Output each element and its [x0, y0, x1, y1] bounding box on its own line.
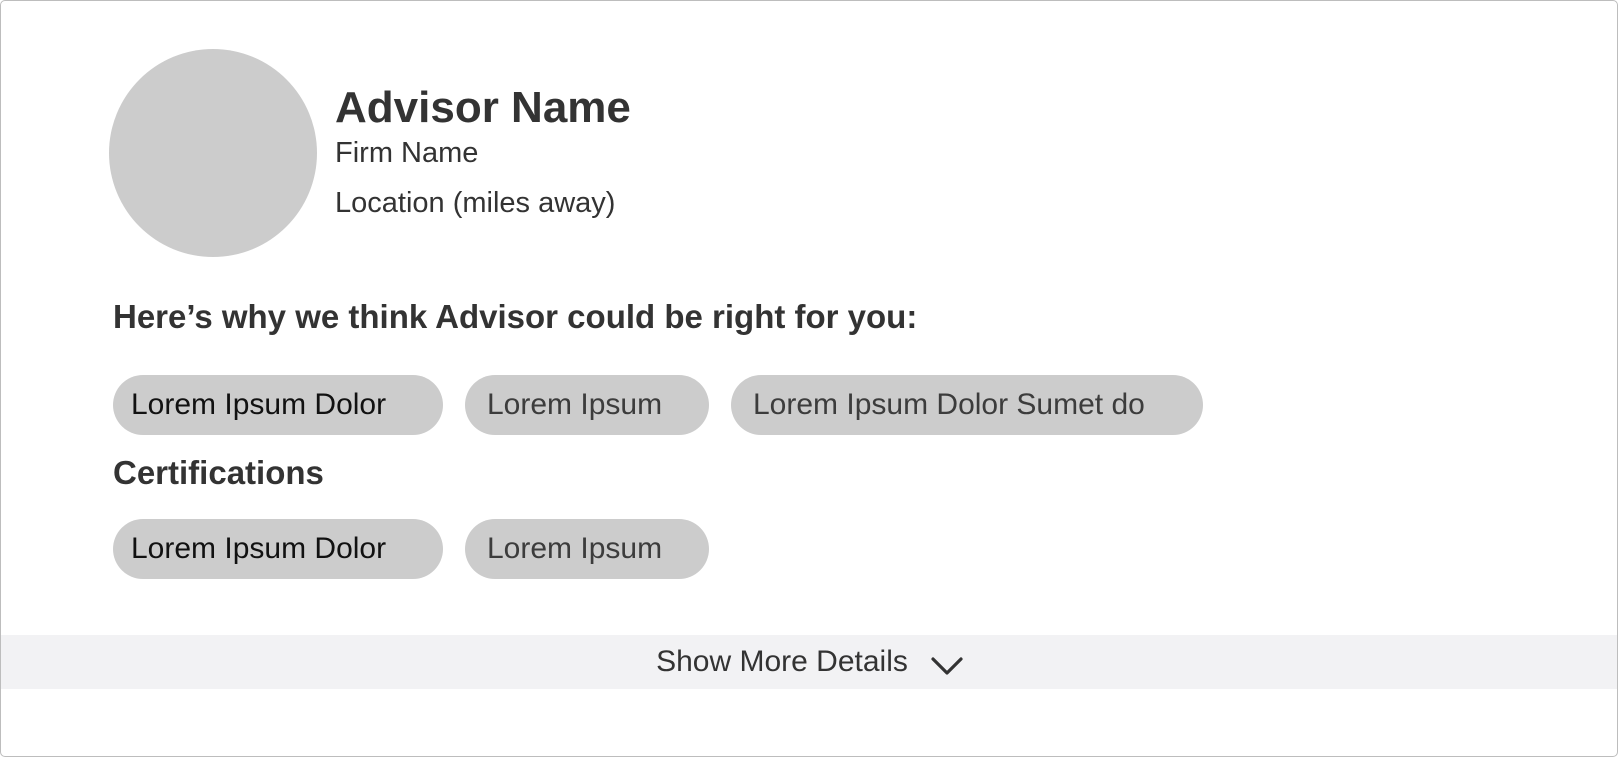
- show-more-details-button[interactable]: Show More Details: [1, 635, 1617, 689]
- why-chip[interactable]: Lorem Ipsum: [465, 375, 709, 435]
- certification-chip[interactable]: Lorem Ipsum: [465, 519, 709, 579]
- advisor-name[interactable]: Advisor Name: [335, 81, 631, 135]
- advisor-location: Location (miles away): [335, 187, 616, 219]
- show-more-details-label: Show More Details: [656, 645, 908, 678]
- certification-chip-list: Lorem Ipsum Dolor Lorem Ipsum: [113, 519, 709, 579]
- certification-chip[interactable]: Lorem Ipsum Dolor: [113, 519, 443, 579]
- why-chip[interactable]: Lorem Ipsum Dolor: [113, 375, 443, 435]
- chevron-down-icon: [930, 655, 964, 677]
- why-chip[interactable]: Lorem Ipsum Dolor Sumet do: [731, 375, 1203, 435]
- firm-name: Firm Name: [335, 137, 479, 169]
- why-chip-list: Lorem Ipsum Dolor Lorem Ipsum Lorem Ipsu…: [113, 375, 1203, 435]
- why-heading: Here’s why we think Advisor could be rig…: [113, 298, 918, 335]
- certifications-heading: Certifications: [113, 454, 324, 491]
- advisor-card: Advisor Name Firm Name Location (miles a…: [0, 0, 1618, 757]
- avatar: [109, 49, 317, 257]
